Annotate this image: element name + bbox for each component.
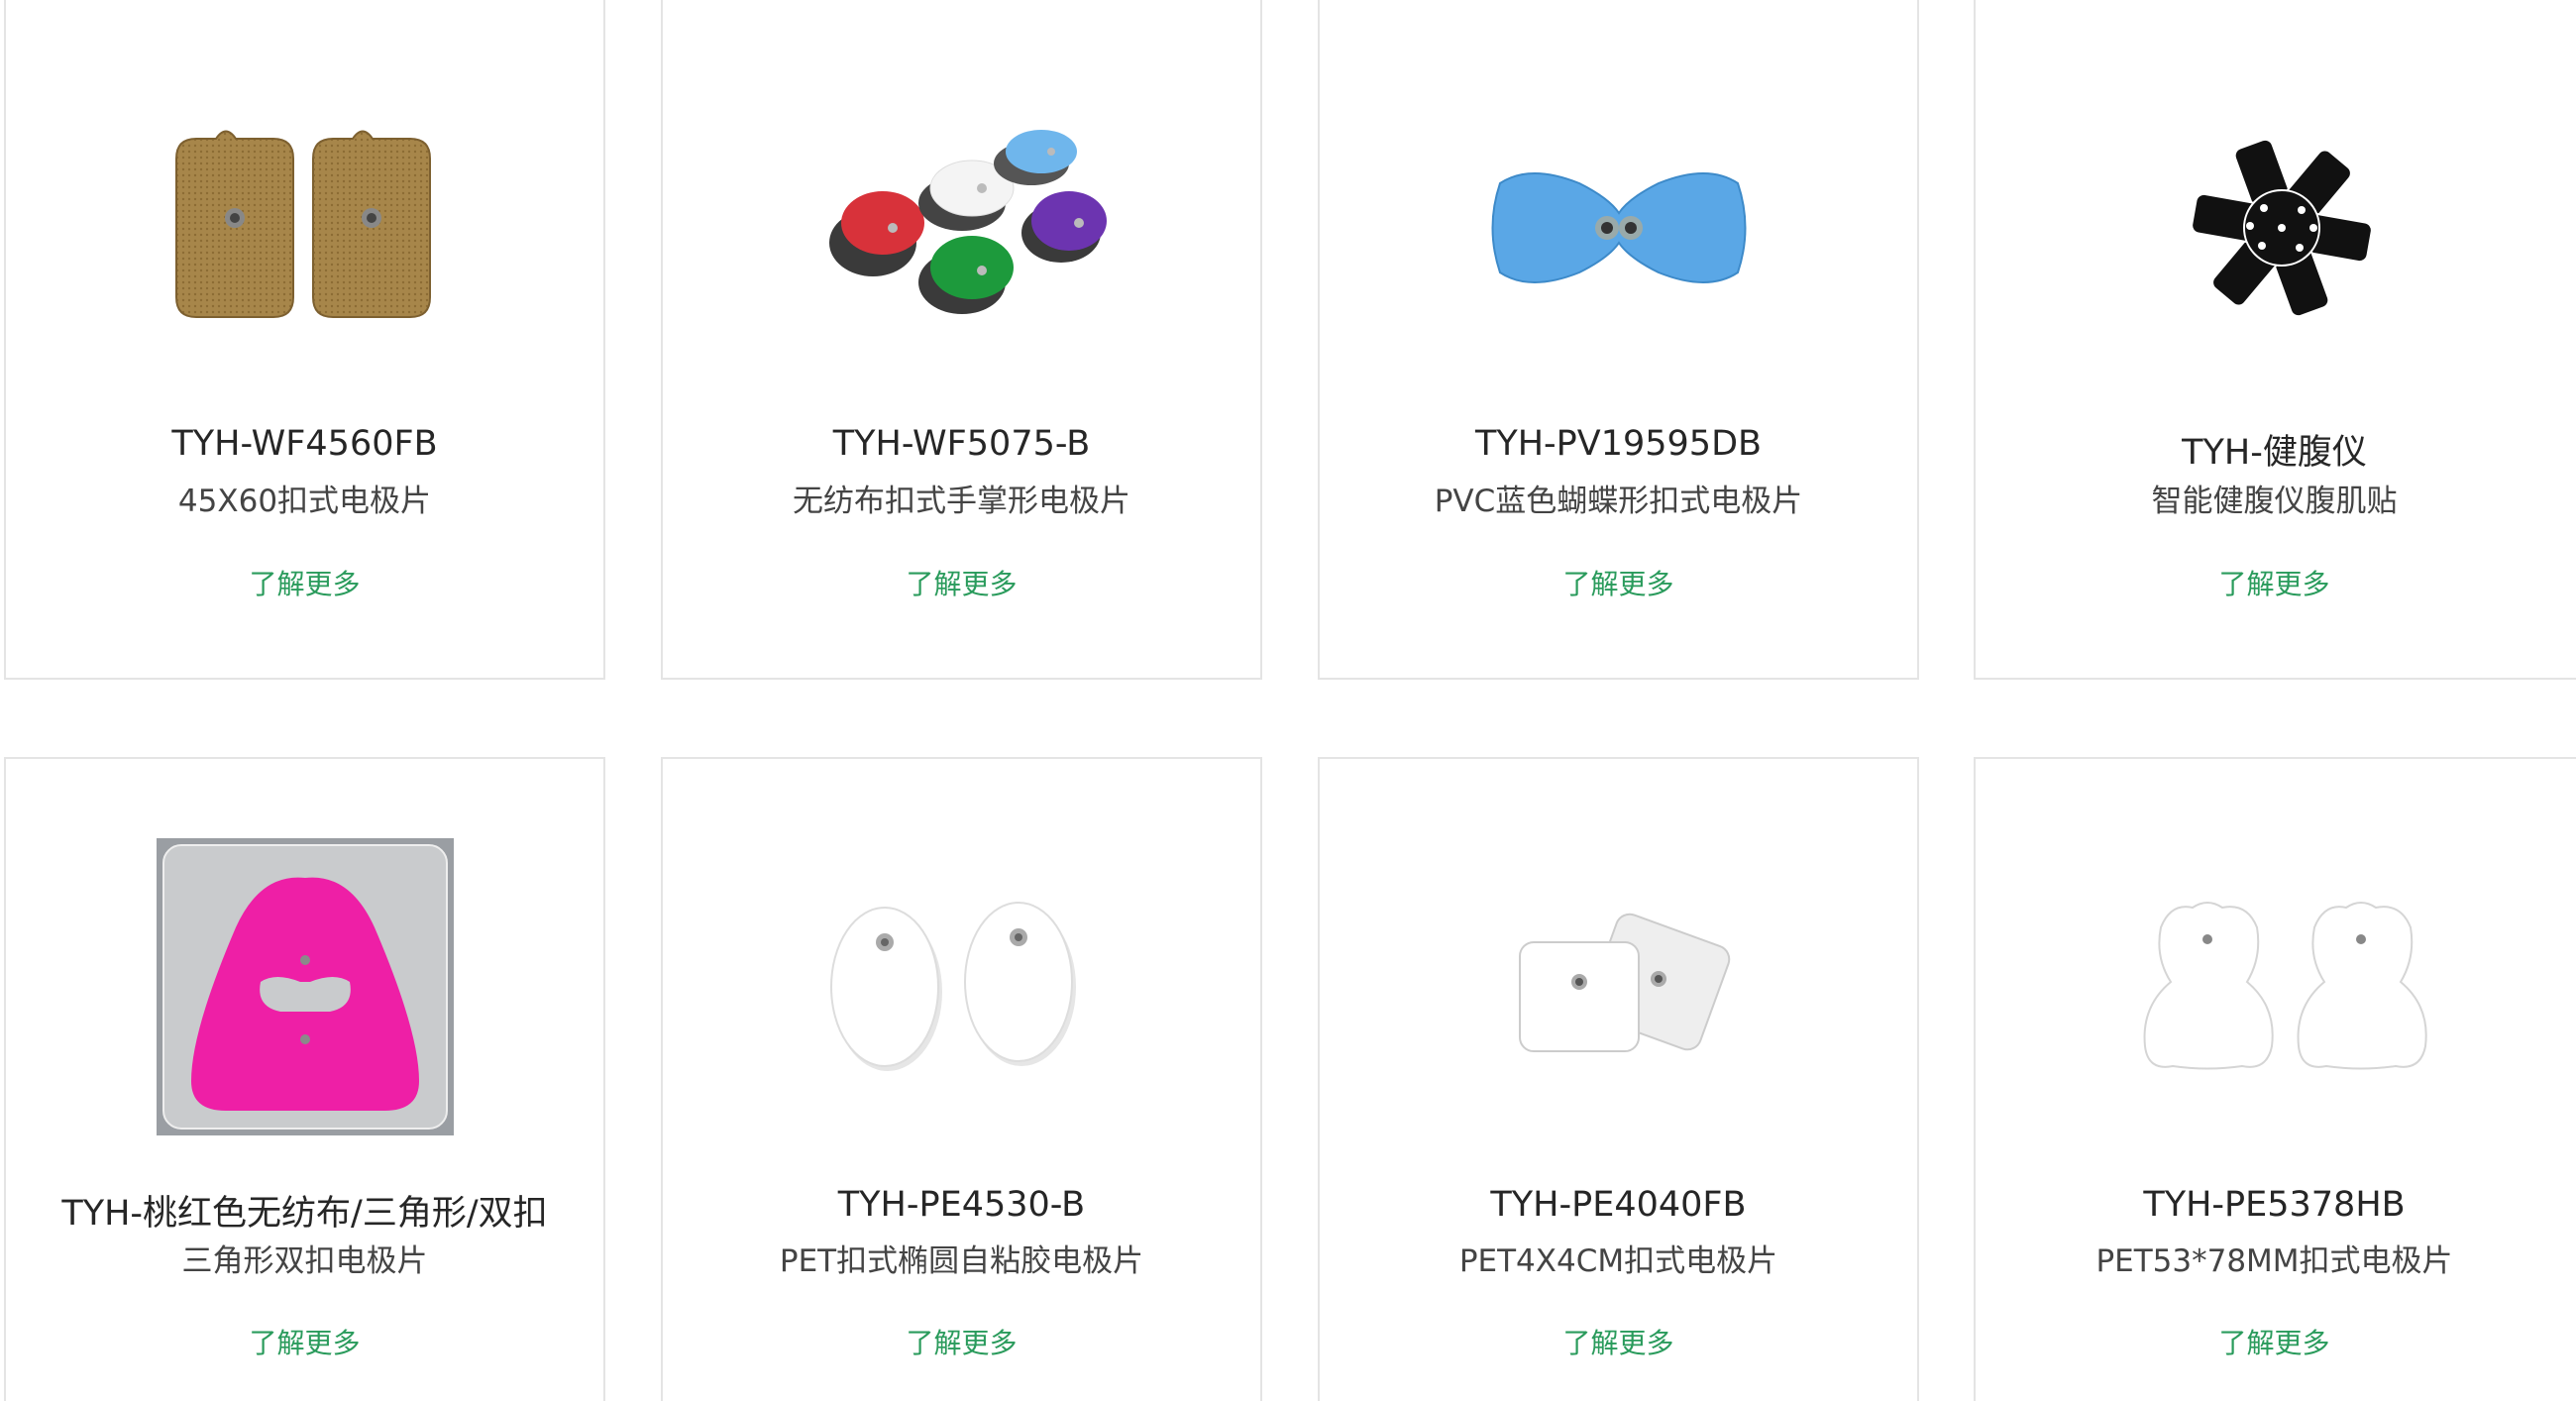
learn-more-link[interactable]: 了解更多 bbox=[6, 563, 603, 602]
product-image[interactable] bbox=[6, 818, 603, 1155]
learn-more-link[interactable]: 了解更多 bbox=[1976, 563, 2573, 602]
learn-more-link[interactable]: 了解更多 bbox=[1320, 1322, 1917, 1361]
product-card[interactable]: TYH-桃红色无纺布/三角形/双扣 三角形双扣电极片 了解更多 bbox=[4, 757, 605, 1401]
learn-more-link[interactable]: 了解更多 bbox=[1320, 563, 1917, 602]
product-title[interactable]: TYH-健腹仪 bbox=[1976, 424, 2573, 475]
product-image[interactable] bbox=[1976, 818, 2576, 1155]
product-card[interactable]: TYH-WF4560FB 45X60扣式电极片 了解更多 bbox=[4, 0, 605, 680]
product-card[interactable]: TYH-PV19595DB PVC蓝色蝴蝶形扣式电极片 了解更多 bbox=[1318, 0, 1919, 680]
learn-more-link[interactable]: 了解更多 bbox=[1976, 1322, 2573, 1361]
product-title[interactable]: TYH-PV19595DB bbox=[1320, 424, 1917, 464]
product-description: PET53*78MM扣式电极片 bbox=[2095, 1243, 2453, 1279]
product-card[interactable]: TYH-PE5378HB PET53*78MM扣式电极片 了解更多 bbox=[1974, 757, 2576, 1401]
product-card[interactable]: TYH-PE4530-B PET扣式椭圆自粘胶电极片 了解更多 bbox=[661, 757, 1262, 1401]
learn-more-link[interactable]: 了解更多 bbox=[6, 1322, 603, 1361]
product-card[interactable]: TYH-PE4040FB PET4X4CM扣式电极片 了解更多 bbox=[1318, 757, 1919, 1401]
product-image[interactable] bbox=[663, 59, 1260, 396]
product-image[interactable] bbox=[663, 818, 1260, 1155]
product-description: 智能健腹仪腹肌贴 bbox=[2151, 484, 2398, 519]
learn-more-link[interactable]: 了解更多 bbox=[663, 563, 1260, 602]
product-title[interactable]: TYH-PE5378HB bbox=[1976, 1185, 2573, 1225]
product-description: PET扣式椭圆自粘胶电极片 bbox=[779, 1243, 1144, 1279]
learn-more-link[interactable]: 了解更多 bbox=[663, 1322, 1260, 1361]
product-title[interactable]: TYH-桃红色无纺布/三角形/双扣 bbox=[6, 1185, 603, 1236]
product-title[interactable]: TYH-WF4560FB bbox=[6, 424, 603, 464]
product-card[interactable]: TYH-健腹仪 智能健腹仪腹肌贴 了解更多 bbox=[1974, 0, 2576, 680]
product-title[interactable]: TYH-PE4530-B bbox=[663, 1185, 1260, 1225]
product-description: 无纺布扣式手掌形电极片 bbox=[793, 484, 1130, 519]
product-card[interactable]: TYH-WF5075-B 无纺布扣式手掌形电极片 了解更多 bbox=[661, 0, 1262, 680]
product-description: PET4X4CM扣式电极片 bbox=[1458, 1243, 1778, 1279]
product-description: 三角形双扣电极片 bbox=[181, 1243, 428, 1279]
product-description: PVC蓝色蝴蝶形扣式电极片 bbox=[1434, 484, 1803, 519]
product-title[interactable]: TYH-PE4040FB bbox=[1320, 1185, 1917, 1225]
product-description: 45X60扣式电极片 bbox=[177, 484, 432, 519]
product-image[interactable] bbox=[1976, 59, 2576, 396]
product-grid: TYH-WF4560FB 45X60扣式电极片 了解更多 TYH-桃红色无纺布/… bbox=[0, 0, 2576, 1401]
product-image[interactable] bbox=[1320, 59, 1917, 396]
product-image[interactable] bbox=[6, 59, 603, 396]
product-image[interactable] bbox=[1320, 818, 1917, 1155]
product-title[interactable]: TYH-WF5075-B bbox=[663, 424, 1260, 464]
